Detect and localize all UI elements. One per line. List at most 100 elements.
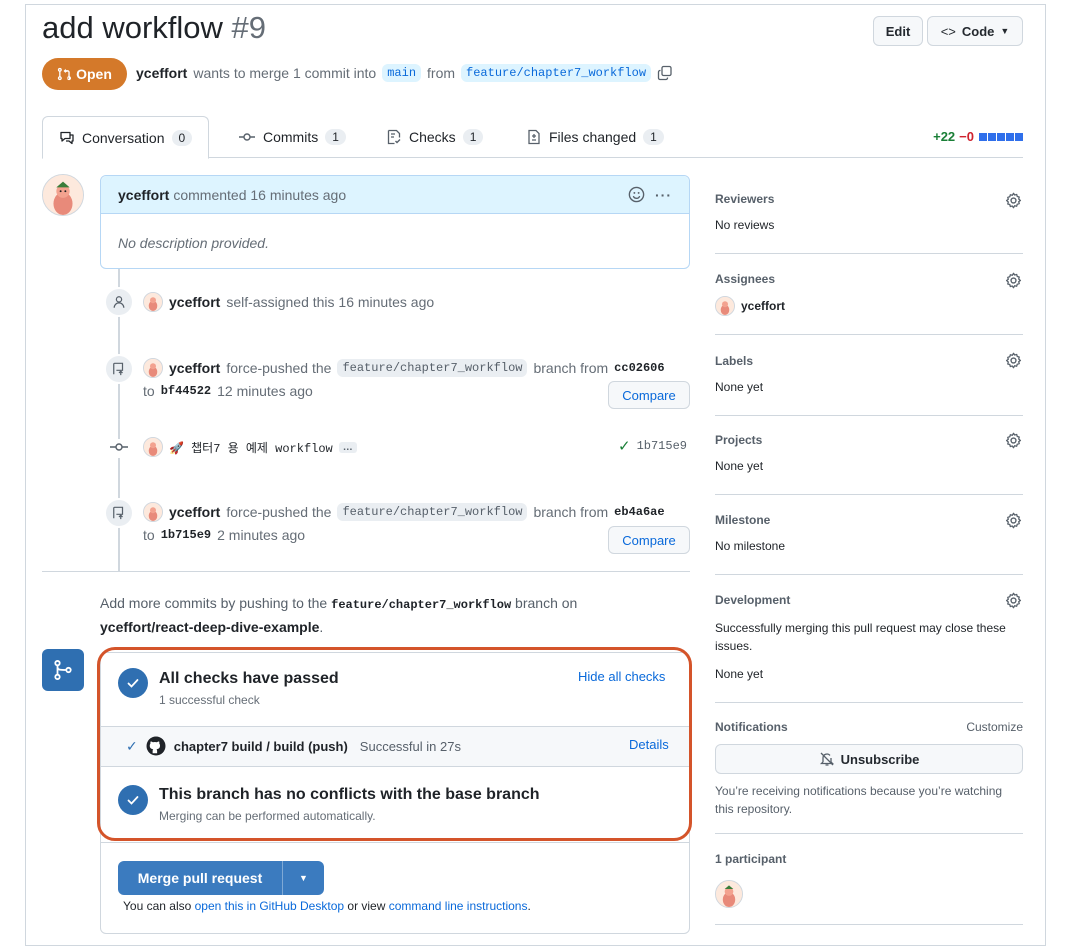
caret-down-icon: ▼ <box>299 873 308 883</box>
branch-name: feature/chapter7_workflow <box>331 598 512 612</box>
comment-header: yceffort commented 16 minutes ago ··· <box>101 176 689 214</box>
event-time[interactable]: 12 minutes ago <box>217 383 313 399</box>
sidebar-heading[interactable]: Assignees <box>715 272 1023 286</box>
sidebar-heading[interactable]: Reviewers <box>715 192 1023 206</box>
diffstat-bar <box>978 129 1023 144</box>
tab-label: Commits <box>263 129 319 145</box>
pr-meta: yceffort wants to merge 1 commit into ma… <box>136 64 673 82</box>
sidebar-heading[interactable]: Projects <box>715 433 1023 447</box>
lines-removed: −0 <box>959 129 974 144</box>
gear-icon[interactable] <box>1005 512 1022 529</box>
commit-message[interactable]: 🚀 챕터7 용 예제 workflow <box>169 439 333 456</box>
tab-count: 1 <box>325 129 346 145</box>
sidebar-divider <box>715 702 1023 703</box>
pull-request-icon <box>57 67 72 81</box>
sidebar-development: Development Successfully merging this pu… <box>715 593 1023 681</box>
event-text: force-pushed the <box>226 360 332 376</box>
branch-name[interactable]: feature/chapter7_workflow <box>337 359 528 377</box>
author-link[interactable]: yceffort <box>136 65 187 81</box>
commit-sha[interactable]: 1b715e9 <box>161 528 211 542</box>
gear-icon[interactable] <box>1005 592 1022 609</box>
event-author[interactable]: yceffort <box>169 360 220 376</box>
copy-icon[interactable] <box>657 65 673 81</box>
commit-sha[interactable]: bf44522 <box>161 384 211 398</box>
pr-title: add workflow <box>42 10 223 45</box>
commit-sha[interactable]: 1b715e9 <box>637 439 687 453</box>
event-text: branch from <box>533 504 609 520</box>
comment-body: No description provided. <box>118 235 269 251</box>
sidebar-heading[interactable]: Development <box>715 593 1023 607</box>
assignee-name[interactable]: yceffort <box>741 299 785 313</box>
sidebar-value: No milestone <box>715 539 786 553</box>
repo-name[interactable]: yceffort/react-deep-dive-example <box>100 619 319 635</box>
avatar[interactable] <box>143 502 163 522</box>
sidebar-divider <box>715 924 1023 925</box>
compare-button[interactable]: Compare <box>608 526 690 554</box>
sidebar-heading[interactable]: Labels <box>715 354 1023 368</box>
comment-author[interactable]: yceffort <box>118 187 169 203</box>
comment-time[interactable]: commented 16 minutes ago <box>173 187 346 203</box>
edit-button[interactable]: Edit <box>873 16 923 46</box>
tab-checks[interactable]: Checks 1 <box>386 116 484 158</box>
avatar[interactable] <box>715 880 743 908</box>
tab-count: 0 <box>171 129 193 146</box>
gear-icon[interactable] <box>1005 432 1022 449</box>
merge-options-dropdown[interactable]: ▼ <box>282 861 324 895</box>
code-icon: <> <box>940 23 956 39</box>
git-merge-icon <box>42 649 84 691</box>
merge-pull-request-button[interactable]: Merge pull request <box>118 861 282 895</box>
tab-bar: Conversation 0 Commits 1 Checks 1 Files … <box>42 116 1023 159</box>
code-button[interactable]: <> Code ▼ <box>927 16 1023 46</box>
event-author[interactable]: yceffort <box>169 294 220 310</box>
sidebar-divider <box>715 574 1023 575</box>
avatar[interactable] <box>143 358 163 378</box>
github-desktop-link[interactable]: open this in GitHub Desktop <box>195 899 344 913</box>
tab-commits[interactable]: Commits 1 <box>238 116 346 158</box>
sidebar-value: None yet <box>715 667 764 681</box>
avatar[interactable] <box>143 292 163 312</box>
commit-icon <box>239 133 255 141</box>
avatar[interactable] <box>143 437 163 457</box>
sidebar-heading[interactable]: Milestone <box>715 513 1023 527</box>
checklist-icon <box>387 129 401 145</box>
commit-sha[interactable]: eb4a6ae <box>614 505 664 519</box>
tab-count: 1 <box>643 129 664 145</box>
hint-period: . <box>319 619 324 635</box>
sidebar-notifications: Notifications Customize Unsubscribe You’… <box>715 720 1023 818</box>
unsubscribe-button[interactable]: Unsubscribe <box>715 744 1023 774</box>
head-branch[interactable]: feature/chapter7_workflow <box>461 64 652 82</box>
sidebar-divider <box>715 494 1023 495</box>
compare-button[interactable]: Compare <box>608 381 690 409</box>
gear-icon[interactable] <box>1005 352 1022 369</box>
expand-commit-button[interactable]: … <box>338 441 357 453</box>
commit-sha[interactable]: cc02606 <box>614 361 664 375</box>
event-text: to <box>143 527 155 543</box>
tab-count: 1 <box>462 129 484 145</box>
base-branch[interactable]: main <box>382 64 422 82</box>
merge-divider <box>101 842 689 843</box>
command-line-link[interactable]: command line instructions <box>389 899 528 913</box>
avatar[interactable] <box>715 296 735 316</box>
push-event-1-line2: to bf44522 12 minutes ago <box>143 383 313 399</box>
sidebar-value: None yet <box>715 459 764 473</box>
check-icon[interactable]: ✓ <box>618 437 631 455</box>
kebab-horizontal-icon[interactable]: ··· <box>655 187 672 203</box>
sidebar-labels: Labels None yet <box>715 354 1023 394</box>
sidebar-heading: Notifications <box>715 720 788 734</box>
event-time[interactable]: 2 minutes ago <box>217 527 305 543</box>
push-event-2-line2: to 1b715e9 2 minutes ago <box>143 527 305 543</box>
gear-icon[interactable] <box>1005 192 1022 209</box>
avatar[interactable] <box>42 174 84 216</box>
timeline-divider <box>42 571 690 572</box>
commit-icon <box>108 439 130 458</box>
emoji-icon[interactable] <box>628 186 645 203</box>
tab-conversation[interactable]: Conversation 0 <box>42 116 210 159</box>
file-diff-icon <box>528 129 540 145</box>
event-author[interactable]: yceffort <box>169 504 220 520</box>
customize-link[interactable]: Customize <box>966 720 1023 734</box>
from-text: from <box>427 65 456 81</box>
tab-files-changed[interactable]: Files changed 1 <box>526 116 664 158</box>
gear-icon[interactable] <box>1005 272 1022 289</box>
highlight-annotation <box>97 647 692 841</box>
branch-name[interactable]: feature/chapter7_workflow <box>337 503 528 521</box>
